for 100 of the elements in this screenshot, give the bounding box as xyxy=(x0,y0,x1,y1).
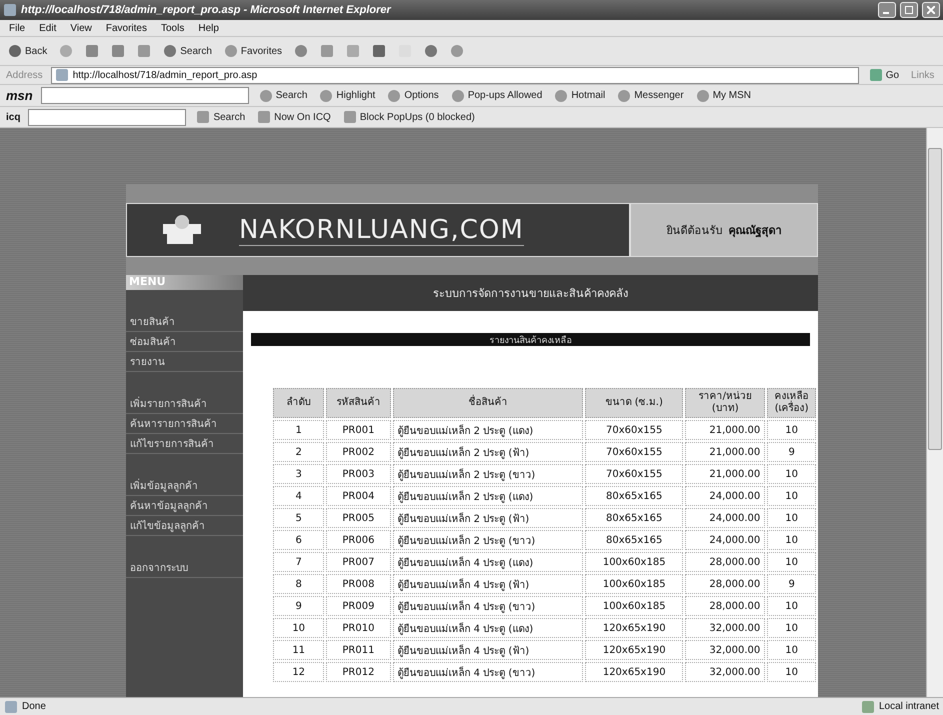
icq-logo: icq xyxy=(6,112,20,122)
status-text: Done xyxy=(22,701,46,712)
table-cell: ตู้ยืนขอบแม่เหล็ก 2 ประตู (แดง) xyxy=(392,486,584,506)
maximize-button[interactable] xyxy=(900,2,918,18)
minimize-button[interactable] xyxy=(878,2,896,18)
table-cell: 120x65x190 xyxy=(585,640,684,660)
table-cell: 80x65x165 xyxy=(585,530,684,550)
menu-item[interactable]: Help xyxy=(195,22,222,34)
table-cell: 28,000.00 xyxy=(685,552,766,572)
table-cell: 24,000.00 xyxy=(685,508,766,528)
table-cell: 32,000.00 xyxy=(685,618,766,638)
back-button[interactable]: Back xyxy=(6,44,50,58)
msn-toolbar-button[interactable]: Messenger xyxy=(615,88,686,102)
menu-title: MENU xyxy=(126,275,243,290)
table-cell: ตู้ยืนขอบแม่เหล็ก 4 ประตู (ฟ้า) xyxy=(392,574,584,594)
menu-item[interactable]: Favorites xyxy=(102,22,150,34)
table-cell: 5 xyxy=(273,508,324,528)
table-cell: 120x65x190 xyxy=(585,662,684,682)
table-cell: 3 xyxy=(273,464,324,484)
address-label: Address xyxy=(6,70,43,80)
column-header: รหัสสินค้า xyxy=(326,388,390,418)
table-cell: 10 xyxy=(767,596,816,616)
msn-toolbar-button[interactable]: Highlight xyxy=(317,88,378,102)
table-cell: 10 xyxy=(767,464,816,484)
table-cell: PR011 xyxy=(326,640,390,660)
table-cell: 32,000.00 xyxy=(685,640,766,660)
menu-item[interactable]: File xyxy=(6,22,28,34)
table-cell: 21,000.00 xyxy=(685,420,766,440)
table-cell: 10 xyxy=(767,420,816,440)
table-cell: ตู้ยืนขอบแม่เหล็ก 2 ประตู (แดง) xyxy=(392,420,584,440)
go-button[interactable]: Go xyxy=(866,68,902,82)
table-cell: PR006 xyxy=(326,530,390,550)
column-header: ชื่อสินค้า xyxy=(392,388,584,418)
table-cell: 80x65x165 xyxy=(585,486,684,506)
table-cell: PR004 xyxy=(326,486,390,506)
table-cell: ตู้ยืนขอบแม่เหล็ก 2 ประตู (ขาว) xyxy=(392,464,584,484)
table-cell: PR012 xyxy=(326,662,390,682)
msn-toolbar-button[interactable]: Hotmail xyxy=(552,88,608,102)
table-cell: 9 xyxy=(767,442,816,462)
icq-search-field[interactable] xyxy=(28,108,186,126)
table-cell: 100x60x185 xyxy=(585,552,684,572)
table-cell: PR005 xyxy=(326,508,390,528)
report-title: รายงานสินค้าคงเหลือ xyxy=(251,333,810,346)
table-cell: 70x60x155 xyxy=(585,464,684,484)
msn-toolbar-button[interactable]: Options xyxy=(385,88,441,102)
table-cell: 4 xyxy=(273,486,324,506)
table-cell: 21,000.00 xyxy=(685,464,766,484)
welcome-text: ยินดีต้อนรับ xyxy=(666,223,722,239)
table-cell: 10 xyxy=(767,508,816,528)
table-cell: 10 xyxy=(767,640,816,660)
icq-toolbar-button[interactable]: Now On ICQ xyxy=(255,110,333,124)
table-cell: 28,000.00 xyxy=(685,574,766,594)
table-cell: ตู้ยืนขอบแม่เหล็ก 4 ประตู (แดง) xyxy=(392,552,584,572)
site-name: NAKORNLUANG,COM xyxy=(239,214,524,246)
table-cell: PR002 xyxy=(326,442,390,462)
msn-search-field[interactable] xyxy=(40,87,249,104)
icq-toolbar-button[interactable]: Search xyxy=(194,110,248,124)
table-cell: ตู้ยืนขอบแม่เหล็ก 2 ประตู (ขาว) xyxy=(392,530,584,550)
table-cell: 9 xyxy=(767,574,816,594)
column-header: ลำดับ xyxy=(273,388,324,418)
msn-toolbar-button[interactable]: My MSN xyxy=(694,88,754,102)
table-cell: PR001 xyxy=(326,420,390,440)
menu-item[interactable]: Edit xyxy=(36,22,60,34)
table-cell: ตู้ยืนขอบแม่เหล็ก 4 ประตู (ฟ้า) xyxy=(392,640,584,660)
table-cell: 10 xyxy=(767,486,816,506)
window-title: http://localhost/718/admin_report_pro.asp - Microsoft Internet Explorer xyxy=(21,4,392,16)
close-button[interactable] xyxy=(922,2,940,18)
table-cell: 10 xyxy=(767,530,816,550)
scrollbar[interactable] xyxy=(926,128,943,697)
zone-text: Local intranet xyxy=(878,701,939,712)
user-name: คุณณัฐสุดา xyxy=(728,223,782,239)
menu-item[interactable]: Tools xyxy=(158,22,188,34)
table-cell: PR007 xyxy=(326,552,390,572)
table-cell: 100x60x185 xyxy=(585,596,684,616)
table-cell: 24,000.00 xyxy=(685,486,766,506)
table-cell: ตู้ยืนขอบแม่เหล็ก 4 ประตู (แดง) xyxy=(392,618,584,638)
table-cell: 21,000.00 xyxy=(685,442,766,462)
search-button[interactable]: Search xyxy=(161,44,214,58)
column-header: ขนาด (ซ.ม.) xyxy=(585,388,684,418)
table-cell: 10 xyxy=(767,552,816,572)
table-cell: 12 xyxy=(273,662,324,682)
icq-toolbar-button[interactable]: Block PopUps (0 blocked) xyxy=(340,110,477,124)
column-header: คงเหลือ (เครื่อง) xyxy=(767,388,816,418)
address-field[interactable]: http://localhost/718/admin_report_pro.asp xyxy=(50,66,859,84)
table-cell: 10 xyxy=(767,618,816,638)
table-cell: ตู้ยืนขอบแม่เหล็ก 2 ประตู (ฟ้า) xyxy=(392,442,584,462)
table-cell: ตู้ยืนขอบแม่เหล็ก 4 ประตู (ขาว) xyxy=(392,596,584,616)
menu-item[interactable]: View xyxy=(67,22,95,34)
msn-toolbar-button[interactable]: Search xyxy=(256,88,310,102)
table-cell: ตู้ยืนขอบแม่เหล็ก 4 ประตู (ขาว) xyxy=(392,662,584,682)
close-icon xyxy=(927,6,935,14)
table-cell: 70x60x155 xyxy=(585,442,684,462)
table-cell: 70x60x155 xyxy=(585,420,684,440)
favorites-button[interactable]: Favorites xyxy=(222,44,284,58)
table-cell: 9 xyxy=(273,596,324,616)
table-cell: 32,000.00 xyxy=(685,662,766,682)
table-cell: 24,000.00 xyxy=(685,530,766,550)
table-cell: 11 xyxy=(273,640,324,660)
table-cell: 80x65x165 xyxy=(585,508,684,528)
msn-toolbar-button[interactable]: Pop-ups Allowed xyxy=(448,88,544,102)
